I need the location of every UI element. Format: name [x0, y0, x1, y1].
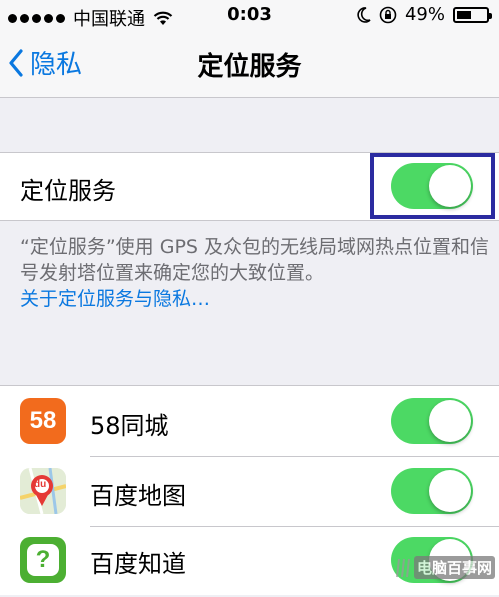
- app-name: 百度知道: [90, 550, 186, 578]
- battery-fill: [457, 10, 471, 19]
- status-bar: 中国联通 0:03 49%: [0, 0, 499, 30]
- do-not-disturb-moon-icon: [357, 6, 371, 23]
- speech-bubble-icon: ?: [27, 544, 59, 576]
- map-pin-icon: [20, 468, 66, 514]
- list-item-baidu-map: du 百度地图: [0, 457, 499, 527]
- navigation-bar: 隐私 定位服务: [0, 30, 499, 98]
- toggle-knob: [429, 400, 471, 442]
- toggle-knob: [429, 470, 471, 512]
- baidu-map-icon: du: [20, 468, 66, 514]
- 58-app-icon: 58: [20, 398, 66, 444]
- status-bar-right: 49%: [357, 4, 492, 25]
- baidu-map-icon-text: du: [34, 479, 47, 490]
- app-name: 百度地图: [90, 482, 186, 510]
- list-item-58: 58 58同城: [0, 386, 499, 456]
- battery-icon: [453, 6, 492, 23]
- watermark: 电脑百事网: [395, 556, 495, 579]
- highlight-box: [370, 153, 495, 219]
- privacy-link[interactable]: 关于定位服务与隐私…: [20, 288, 210, 310]
- orientation-lock-icon: [379, 6, 397, 23]
- 58-icon-text: 58: [29, 407, 57, 434]
- baidu-zhidao-icon: ?: [20, 537, 66, 583]
- watermark-text: 电脑百事网: [413, 556, 495, 579]
- 58-location-toggle[interactable]: [391, 398, 473, 444]
- location-services-label: 定位服务: [20, 177, 116, 205]
- location-services-footer: “定位服务”使用 GPS 及众包的无线局域网热点位置和信号发射塔位置来确定您的大…: [20, 234, 490, 312]
- question-mark-text: ?: [35, 546, 51, 573]
- baidu-map-location-toggle[interactable]: [391, 468, 473, 514]
- page-title: 定位服务: [197, 52, 302, 82]
- battery-percent: 49%: [404, 4, 445, 25]
- app-name: 58同城: [90, 412, 169, 440]
- watermark-logo-icon: [395, 558, 410, 577]
- footer-description: “定位服务”使用 GPS 及众包的无线局域网热点位置和信号发射塔位置来确定您的大…: [20, 236, 490, 284]
